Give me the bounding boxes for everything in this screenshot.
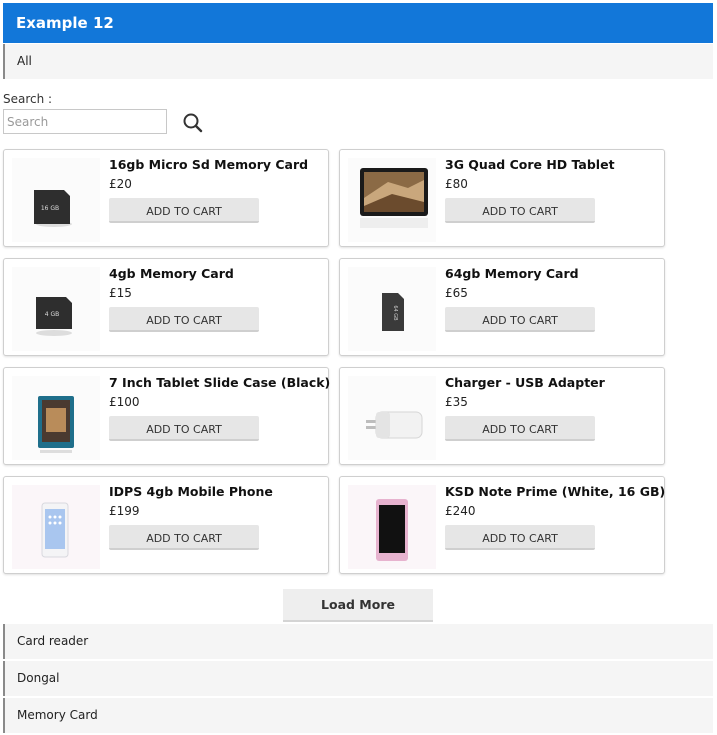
product-price: £65 xyxy=(445,286,468,300)
page-header: Example 12 xyxy=(3,3,713,43)
add-to-cart-button[interactable]: ADD TO CART xyxy=(445,525,595,550)
category-card-reader[interactable]: Card reader xyxy=(3,624,713,659)
add-to-cart-button[interactable]: ADD TO CART xyxy=(109,416,259,441)
category-memory-card[interactable]: Memory Card xyxy=(3,698,713,733)
product-card: 3G Quad Core HD Tablet £80 ADD TO CART xyxy=(339,149,665,247)
product-card: KSD Note Prime (White, 16 GB) £240 ADD T… xyxy=(339,476,665,574)
product-price: £199 xyxy=(109,504,140,518)
product-card: 7 Inch Tablet Slide Case (Black) £100 AD… xyxy=(3,367,330,465)
product-name[interactable]: 16gb Micro Sd Memory Card xyxy=(109,157,308,172)
product-card: 16 GB 16gb Micro Sd Memory Card £20 ADD … xyxy=(3,149,329,247)
product-price: £80 xyxy=(445,177,468,191)
product-image-charger[interactable] xyxy=(348,376,436,460)
add-to-cart-button[interactable]: ADD TO CART xyxy=(109,307,259,332)
product-image-64gb-card[interactable]: 64 GB xyxy=(348,267,436,351)
add-to-cart-button[interactable]: ADD TO CART xyxy=(445,198,595,223)
product-price: £240 xyxy=(445,504,476,518)
product-card: 64 GB 64gb Memory Card £65 ADD TO CART xyxy=(339,258,665,356)
product-name[interactable]: KSD Note Prime (White, 16 GB) xyxy=(445,484,665,499)
thumb-label: 4 GB xyxy=(45,311,60,318)
product-card: IDPS 4gb Mobile Phone £199 ADD TO CART xyxy=(3,476,329,574)
product-price: £35 xyxy=(445,395,468,409)
product-card: Charger - USB Adapter £35 ADD TO CART xyxy=(339,367,665,465)
product-price: £15 xyxy=(109,286,132,300)
product-name[interactable]: Charger - USB Adapter xyxy=(445,375,605,390)
product-name[interactable]: IDPS 4gb Mobile Phone xyxy=(109,484,273,499)
product-image-tablet[interactable] xyxy=(348,158,436,242)
add-to-cart-button[interactable]: ADD TO CART xyxy=(109,198,259,223)
product-price: £100 xyxy=(109,395,140,409)
product-card: 4 GB 4gb Memory Card £15 ADD TO CART xyxy=(3,258,329,356)
product-name[interactable]: 3G Quad Core HD Tablet xyxy=(445,157,615,172)
category-label: Memory Card xyxy=(17,708,98,722)
product-name[interactable]: 64gb Memory Card xyxy=(445,266,579,281)
thumb-label: 64 GB xyxy=(392,305,398,321)
add-to-cart-button[interactable]: ADD TO CART xyxy=(445,416,595,441)
search-input[interactable] xyxy=(3,109,167,134)
product-name[interactable]: 7 Inch Tablet Slide Case (Black) xyxy=(109,375,330,390)
product-image-note-phone[interactable] xyxy=(348,485,436,569)
product-price: £20 xyxy=(109,177,132,191)
product-image-mobile-phone[interactable] xyxy=(12,485,100,569)
product-image-tablet-case[interactable] xyxy=(12,376,100,460)
category-label: All xyxy=(17,54,32,68)
search-label: Search : xyxy=(3,92,53,106)
product-image-memory-card[interactable]: 4 GB xyxy=(12,267,100,351)
thumb-label: 16 GB xyxy=(41,205,59,212)
search-icon[interactable] xyxy=(181,111,205,135)
product-image-microsd[interactable]: 16 GB xyxy=(12,158,100,242)
category-label: Card reader xyxy=(17,634,89,648)
add-to-cart-button[interactable]: ADD TO CART xyxy=(445,307,595,332)
category-all[interactable]: All xyxy=(3,44,713,79)
category-label: Dongal xyxy=(17,671,60,685)
category-dongal[interactable]: Dongal xyxy=(3,661,713,696)
product-name[interactable]: 4gb Memory Card xyxy=(109,266,234,281)
load-more-button[interactable]: Load More xyxy=(283,589,433,622)
page-title: Example 12 xyxy=(16,14,114,32)
add-to-cart-button[interactable]: ADD TO CART xyxy=(109,525,259,550)
